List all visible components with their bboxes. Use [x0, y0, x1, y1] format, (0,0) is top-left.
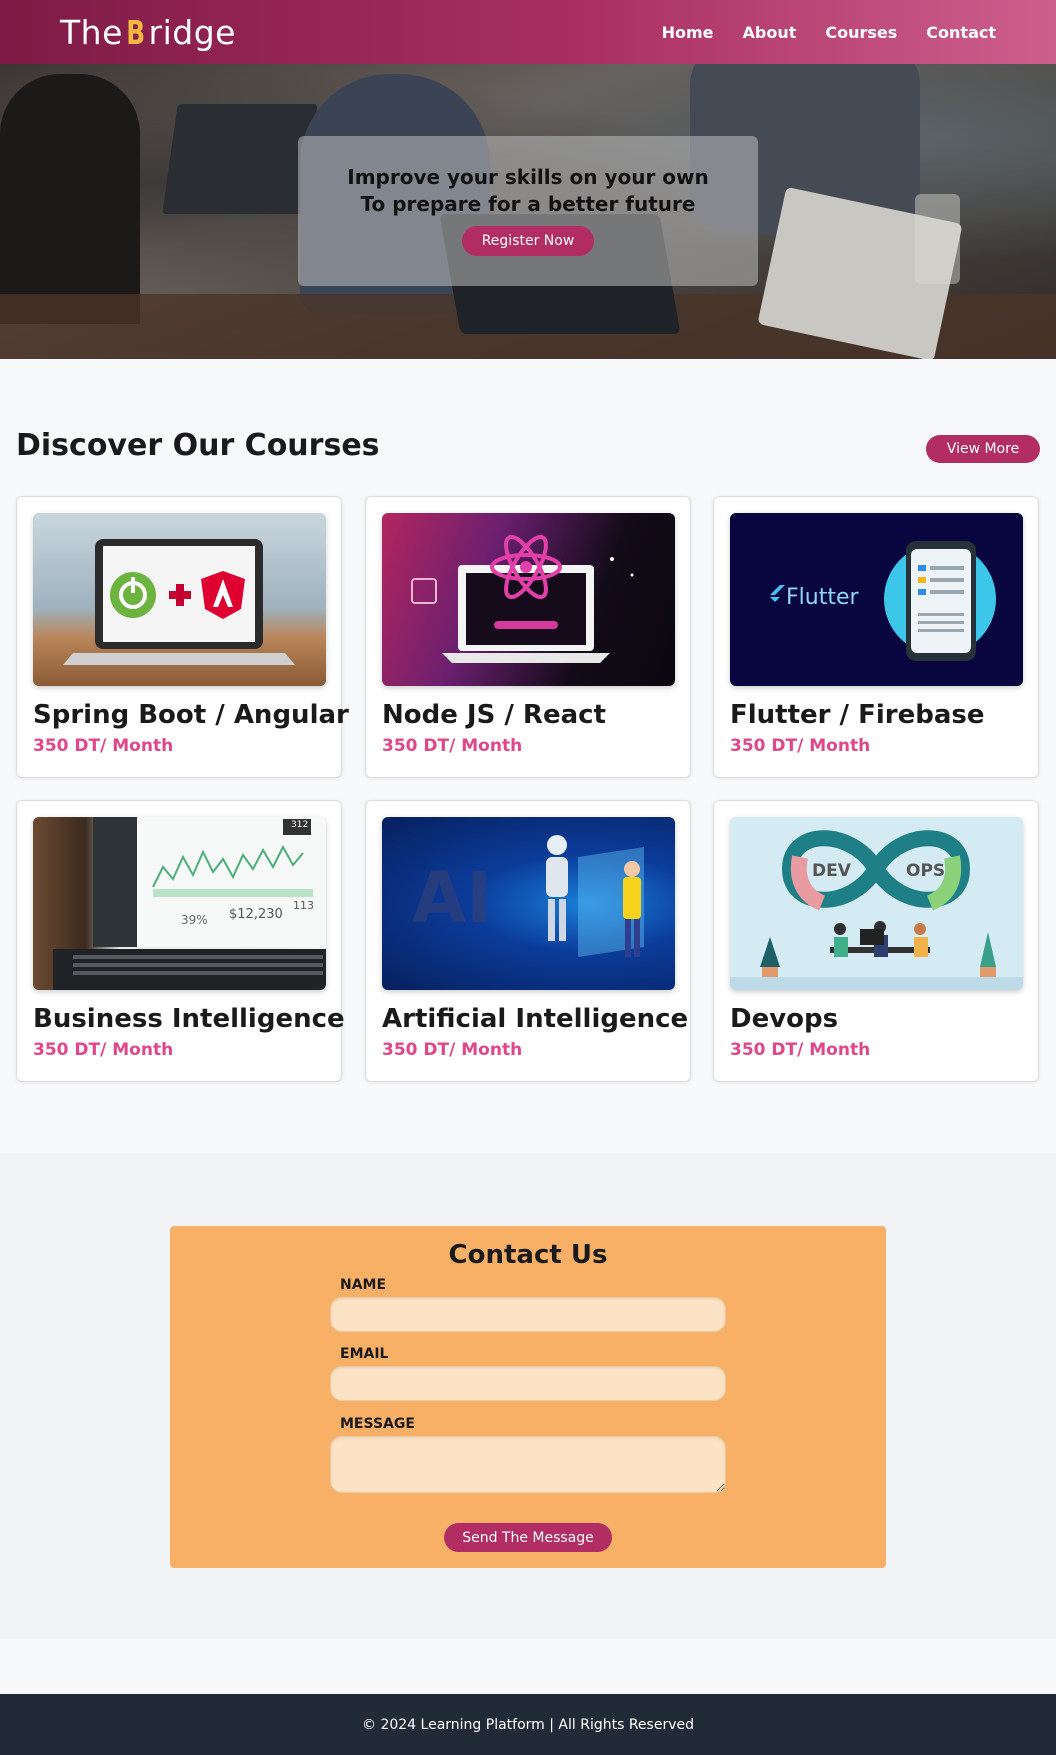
course-image-devops: DEV OPS: [730, 817, 1023, 990]
courses-heading: Discover Our Courses: [16, 428, 380, 463]
course-title: Spring Boot / Angular: [33, 700, 349, 730]
course-card-flutter-firebase[interactable]: Flutter Flutter / Firebase 350 DT/ Month: [713, 496, 1039, 778]
name-label: NAME: [340, 1277, 387, 1293]
bi-stat-percent: 39%: [181, 913, 208, 927]
register-now-button[interactable]: Register Now: [462, 226, 594, 256]
course-price: 350 DT/ Month: [33, 736, 174, 756]
site-footer: © 2024 Learning Platform | All Rights Re…: [0, 1694, 1056, 1755]
send-message-button[interactable]: Send The Message: [444, 1523, 612, 1552]
email-field[interactable]: [330, 1366, 726, 1401]
course-price: 350 DT/ Month: [730, 736, 871, 756]
course-card-spring-angular[interactable]: Spring Boot / Angular 350 DT/ Month: [16, 496, 349, 778]
nav-home[interactable]: Home: [662, 23, 714, 42]
contact-form: Contact Us NAME EMAIL MESSAGE Send The M…: [170, 1226, 886, 1568]
devops-dev-label: DEV: [812, 861, 851, 881]
hero-photo-glass: [915, 194, 960, 284]
course-card-node-react[interactable]: Node JS / React 350 DT/ Month: [365, 496, 691, 778]
flutter-logo-text: Flutter: [786, 585, 859, 610]
hero-callout: Improve your skills on your own To prepa…: [298, 136, 758, 286]
logo-prefix: The: [60, 12, 123, 52]
flutter-phone-illustration: [770, 541, 996, 661]
bi-stat-badge: 312: [291, 820, 309, 830]
devops-ops-label: OPS: [906, 861, 946, 881]
devops-infinity-illustration: [730, 830, 1023, 990]
contact-section: Contact Us NAME EMAIL MESSAGE Send The M…: [0, 1153, 1056, 1639]
course-price: 350 DT/ Month: [33, 1040, 174, 1060]
site-header: The B ridge Home About Courses Contact: [0, 0, 1056, 64]
hero-photo-laptop: [162, 104, 318, 214]
robot-illustration: [546, 835, 644, 957]
course-price: 350 DT/ Month: [730, 1040, 871, 1060]
hero-photo-person: [0, 74, 140, 324]
course-image-spring-angular: [33, 513, 326, 686]
logo-suffix: ridge: [148, 12, 236, 52]
course-image-node-react: [382, 513, 675, 686]
bi-stat-amount: $12,230: [229, 907, 283, 922]
course-title: Business Intelligence: [33, 1004, 345, 1034]
main-nav: Home About Courses Contact: [662, 23, 996, 42]
course-title: Node JS / React: [382, 700, 606, 730]
laptop-illustration: [63, 539, 295, 665]
course-price: 350 DT/ Month: [382, 1040, 523, 1060]
logo[interactable]: The B ridge: [60, 13, 236, 52]
react-laptop-illustration: [411, 534, 634, 663]
contact-heading: Contact Us: [448, 1240, 608, 1270]
course-card-artificial-intelligence[interactable]: AI Artificial Intelligence 350 DT/ Month: [365, 800, 691, 1082]
hero-banner: Improve your skills on your own To prepa…: [0, 64, 1056, 359]
course-title: Devops: [730, 1004, 839, 1034]
hero-headline-2: To prepare for a better future: [360, 192, 696, 216]
view-more-button[interactable]: View More: [926, 435, 1040, 463]
nav-courses[interactable]: Courses: [825, 23, 897, 42]
course-card-devops[interactable]: DEV OPS Devops 350 DT/ Month: [713, 800, 1039, 1082]
hero-headline-1: Improve your skills on your own: [347, 165, 709, 189]
message-textarea[interactable]: [330, 1436, 726, 1493]
course-image-flutter-firebase: Flutter: [730, 513, 1023, 686]
nav-contact[interactable]: Contact: [926, 23, 996, 42]
logo-bridge-mark: B: [126, 12, 146, 52]
name-field[interactable]: [330, 1297, 726, 1332]
copyright-text: © 2024 Learning Platform | All Rights Re…: [362, 1716, 694, 1733]
course-title: Flutter / Firebase: [730, 700, 985, 730]
message-label: MESSAGE: [340, 1416, 415, 1432]
course-price: 350 DT/ Month: [382, 736, 523, 756]
bi-stat-count: 113: [293, 899, 314, 912]
dashboard-laptop-illustration: [53, 817, 326, 990]
course-image-business-intelligence: 39% $12,230 113 312: [33, 817, 326, 990]
course-title: Artificial Intelligence: [382, 1004, 689, 1034]
course-card-business-intelligence[interactable]: 39% $12,230 113 312 Business Intelligenc…: [16, 800, 345, 1082]
nav-about[interactable]: About: [743, 23, 797, 42]
course-image-artificial-intelligence: AI: [382, 817, 675, 990]
email-label: EMAIL: [340, 1346, 389, 1362]
